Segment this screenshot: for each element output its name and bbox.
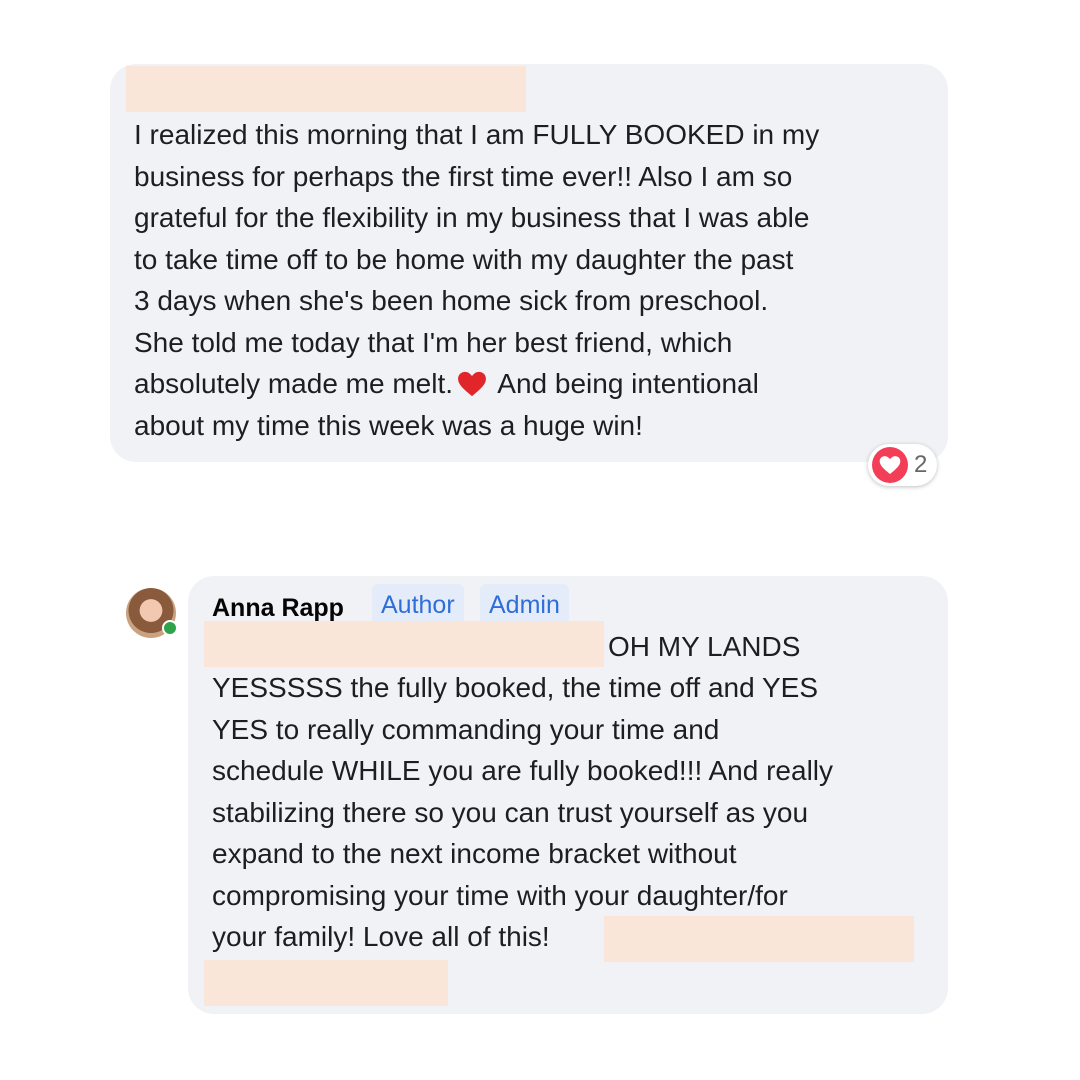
redacted-text: [204, 960, 448, 1006]
reaction-count: 2: [914, 451, 928, 478]
reaction-summary[interactable]: 2: [868, 444, 938, 486]
comment-2-text: YESSSSS the fully booked, the time off a…: [212, 672, 834, 952]
comment-1-text: I realized this morning that I am FULLY …: [134, 114, 934, 446]
comment-2-first-line: OH MY LANDS: [608, 631, 801, 662]
love-reaction-icon: [872, 447, 908, 483]
comment-bubble-1: I realized this morning that I am FULLY …: [110, 64, 948, 462]
comment-1-body: I realized this morning that I am FULLY …: [134, 119, 820, 399]
red-heart-icon: [458, 371, 486, 397]
redacted-mention: [204, 621, 604, 667]
admin-badge: Admin: [480, 584, 569, 624]
redacted-text: [604, 916, 914, 962]
comment-bubble-2: Anna Rapp Author Admin OH MY LANDS YESSS…: [188, 576, 948, 1014]
online-status-indicator: [162, 620, 178, 636]
avatar[interactable]: [126, 588, 178, 638]
author-name[interactable]: Anna Rapp: [212, 594, 344, 623]
author-badge: Author: [372, 584, 464, 624]
redacted-author-name: [126, 66, 526, 112]
